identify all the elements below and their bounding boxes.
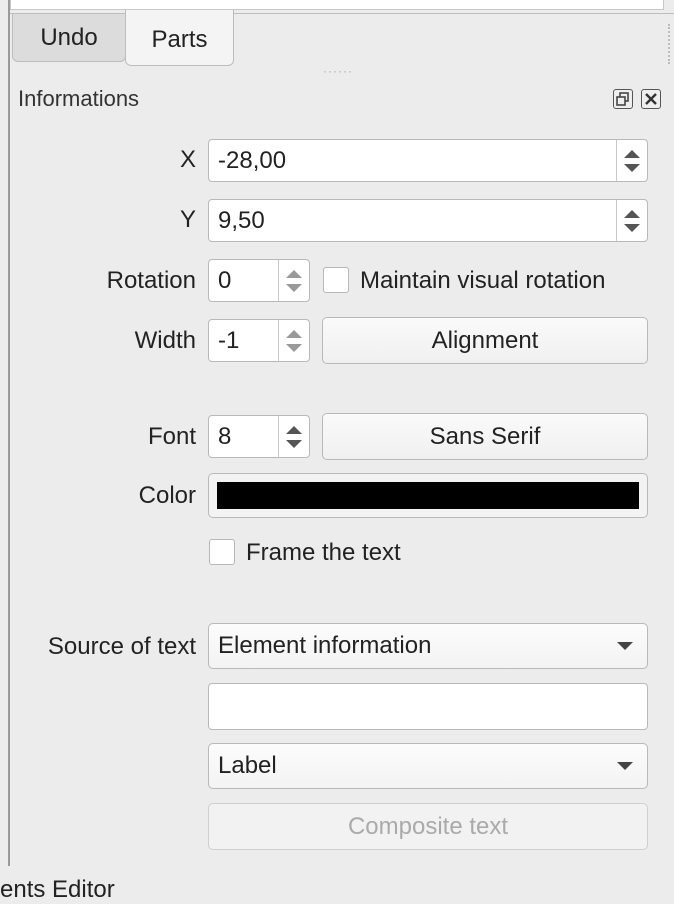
font-size-spin-arrows[interactable] [278,416,309,457]
rotation-label: Rotation [106,267,196,294]
source-selected: Element information [218,632,432,659]
color-label: Color [138,482,196,509]
rotation-spinbox[interactable]: 0 [208,259,310,302]
y-spin-arrows[interactable] [616,200,647,241]
x-value: -28,00 [218,146,287,174]
tab-parts[interactable]: Parts [125,10,234,66]
top-text-area[interactable] [10,0,664,10]
width-spin-arrows[interactable] [278,320,309,361]
chevron-down-icon[interactable] [617,762,633,770]
y-spinbox[interactable]: 9,50 [208,199,648,242]
width-label: Width [134,327,196,354]
spin-up-icon[interactable] [624,209,640,218]
rotation-spin-arrows[interactable] [278,260,309,301]
spin-down-icon[interactable] [286,283,302,292]
spin-down-icon[interactable] [624,223,640,232]
font-label: Font [147,423,196,450]
info-selected: Label [218,752,277,779]
x-label: X [179,146,196,173]
chevron-down-icon[interactable] [617,642,633,650]
close-icon[interactable] [641,89,661,109]
color-button[interactable] [208,473,648,518]
spin-up-icon[interactable] [624,149,640,158]
splitter-handle[interactable] [668,24,674,64]
maintain-rotation-checkbox[interactable] [323,267,349,293]
dock-grip[interactable]: ······ [323,64,353,78]
color-swatch [217,482,639,509]
panel-title: Informations [18,86,140,111]
tab-undo[interactable]: Undo [12,14,126,62]
float-icon[interactable] [613,89,633,109]
spin-down-icon[interactable] [624,163,640,172]
alignment-button[interactable]: Alignment [322,317,648,364]
font-size-spinbox[interactable]: 8 [208,415,310,458]
maintain-rotation-label[interactable]: Maintain visual rotation [360,267,605,295]
close-icon-glyph [645,93,657,105]
font-family-button[interactable]: Sans Serif [322,413,648,460]
font-size-value: 8 [218,422,232,450]
x-spin-arrows[interactable] [616,140,647,181]
float-icon-glyph [616,92,629,106]
rotation-value: 0 [218,266,232,294]
composite-text-button[interactable]: Composite text [208,803,648,850]
source-text-input[interactable] [208,683,648,730]
y-label: Y [179,206,196,233]
y-value: 9,50 [218,206,265,234]
info-combobox[interactable]: Label [208,743,648,789]
spin-down-icon[interactable] [286,439,302,448]
width-spinbox[interactable]: -1 [208,319,310,362]
spin-down-icon[interactable] [286,343,302,352]
spin-up-icon[interactable] [286,269,302,278]
source-label: Source of text [47,633,196,660]
frame-text-label[interactable]: Frame the text [246,539,401,567]
source-combobox[interactable]: Element information [208,623,648,669]
spin-up-icon[interactable] [286,425,302,434]
frame-text-checkbox[interactable] [209,539,235,565]
width-value: -1 [218,326,240,354]
spin-up-icon[interactable] [286,329,302,338]
x-spinbox[interactable]: -28,00 [208,139,648,182]
